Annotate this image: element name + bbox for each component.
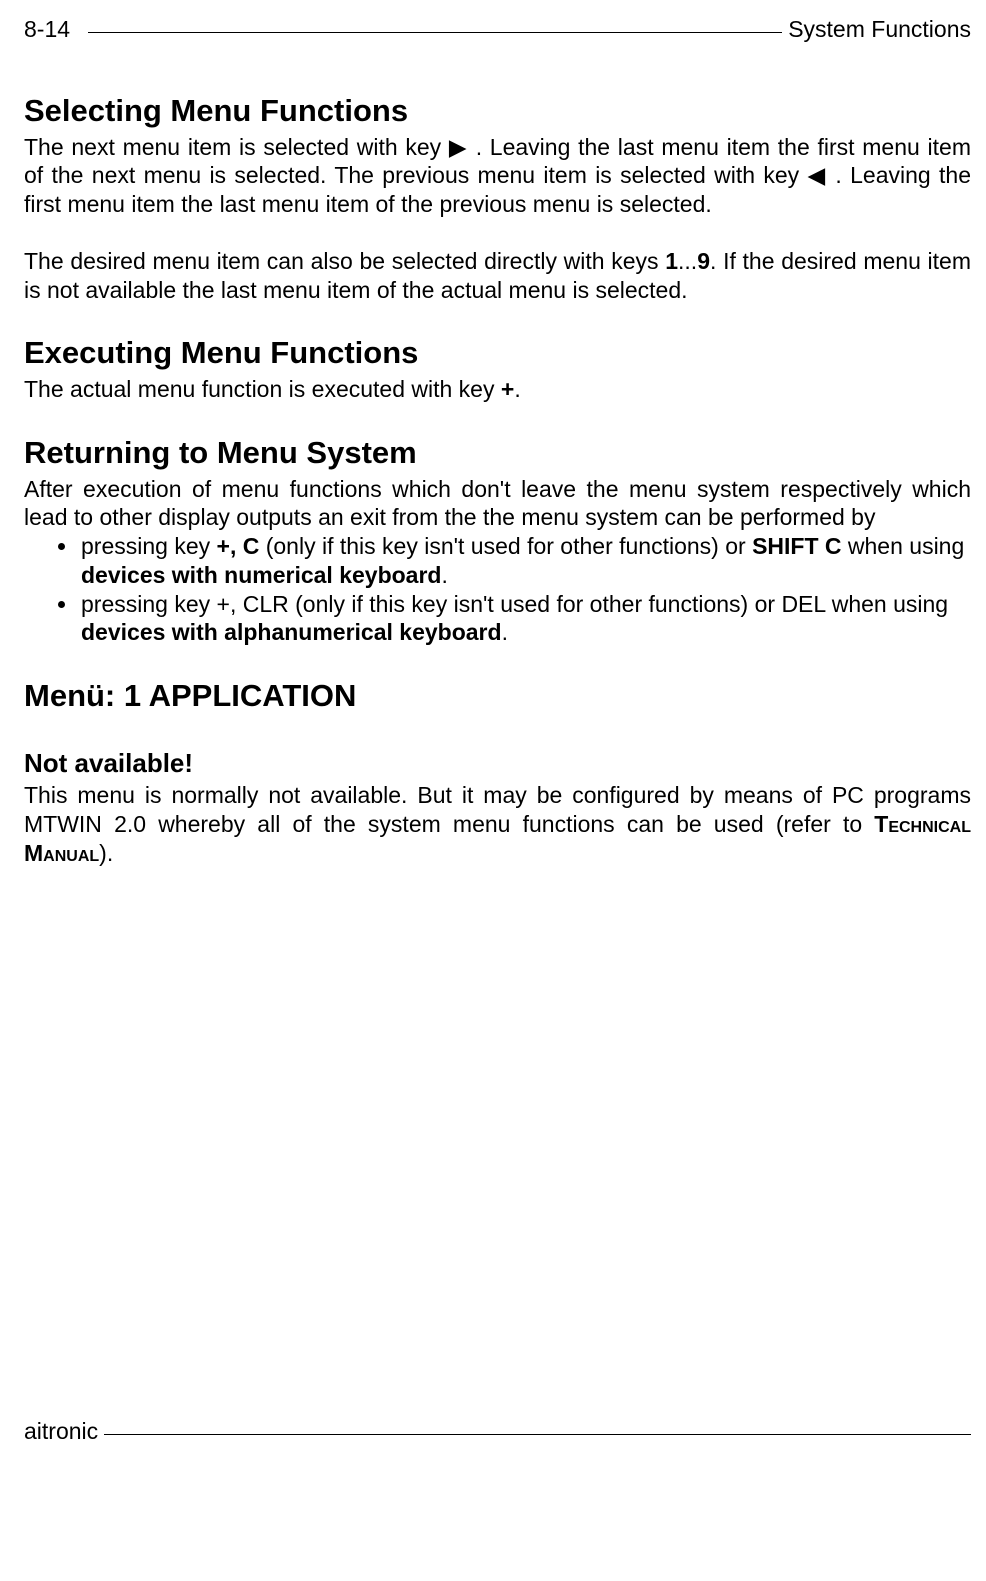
heading-menu-1-application: Menü: 1 APPLICATION xyxy=(24,677,971,716)
text: ). xyxy=(99,840,113,866)
text: . xyxy=(502,619,508,645)
text-bold: 9 xyxy=(697,248,710,274)
text-bold: +, C xyxy=(217,533,260,559)
text: The actual menu function is executed wit… xyxy=(24,376,501,402)
text: The desired menu item can also be select… xyxy=(24,248,665,274)
text-bold: SHIFT C xyxy=(752,533,841,559)
text-bold: devices with numerical keyboard xyxy=(81,562,441,588)
text-bold: devices with alphanumerical keyboard xyxy=(81,619,502,645)
text: . xyxy=(441,562,447,588)
text: . xyxy=(514,376,520,402)
paragraph: After execution of menu functions which … xyxy=(24,475,971,533)
text: when using xyxy=(842,533,965,559)
page-header: 8-14 System Functions xyxy=(24,15,971,44)
paragraph: The actual menu function is executed wit… xyxy=(24,375,971,404)
list-item: pressing key +, CLR (only if this key is… xyxy=(79,590,971,648)
text-bold: 1 xyxy=(665,248,678,274)
text: This menu is normally not available. But… xyxy=(24,782,971,837)
left-arrow-icon: ◀ xyxy=(807,162,827,188)
subheading-not-available: Not available! xyxy=(24,747,971,780)
header-section-title: System Functions xyxy=(788,15,971,44)
text-bold: + xyxy=(501,376,514,402)
footer-brand: aitronic xyxy=(24,1417,98,1446)
header-rule xyxy=(88,32,782,33)
text: ... xyxy=(678,248,697,274)
text: The next menu item is selected with key xyxy=(24,134,449,160)
text: pressing key xyxy=(81,533,217,559)
page-footer: aitronic xyxy=(24,1417,971,1446)
right-arrow-icon: ▶ xyxy=(449,134,468,160)
paragraph: The desired menu item can also be select… xyxy=(24,247,971,305)
page-number: 8-14 xyxy=(24,15,70,44)
footer-rule xyxy=(104,1434,971,1435)
heading-returning-to-menu-system: Returning to Menu System xyxy=(24,434,971,473)
heading-selecting-menu-functions: Selecting Menu Functions xyxy=(24,92,971,131)
paragraph: This menu is normally not available. But… xyxy=(24,781,971,867)
text: (only if this key isn't used for other f… xyxy=(259,533,752,559)
bullet-list: pressing key +, C (only if this key isn'… xyxy=(24,532,971,647)
list-item: pressing key +, C (only if this key isn'… xyxy=(79,532,971,590)
text: pressing key +, CLR (only if this key is… xyxy=(81,591,948,617)
paragraph: The next menu item is selected with key … xyxy=(24,133,971,219)
heading-executing-menu-functions: Executing Menu Functions xyxy=(24,334,971,373)
